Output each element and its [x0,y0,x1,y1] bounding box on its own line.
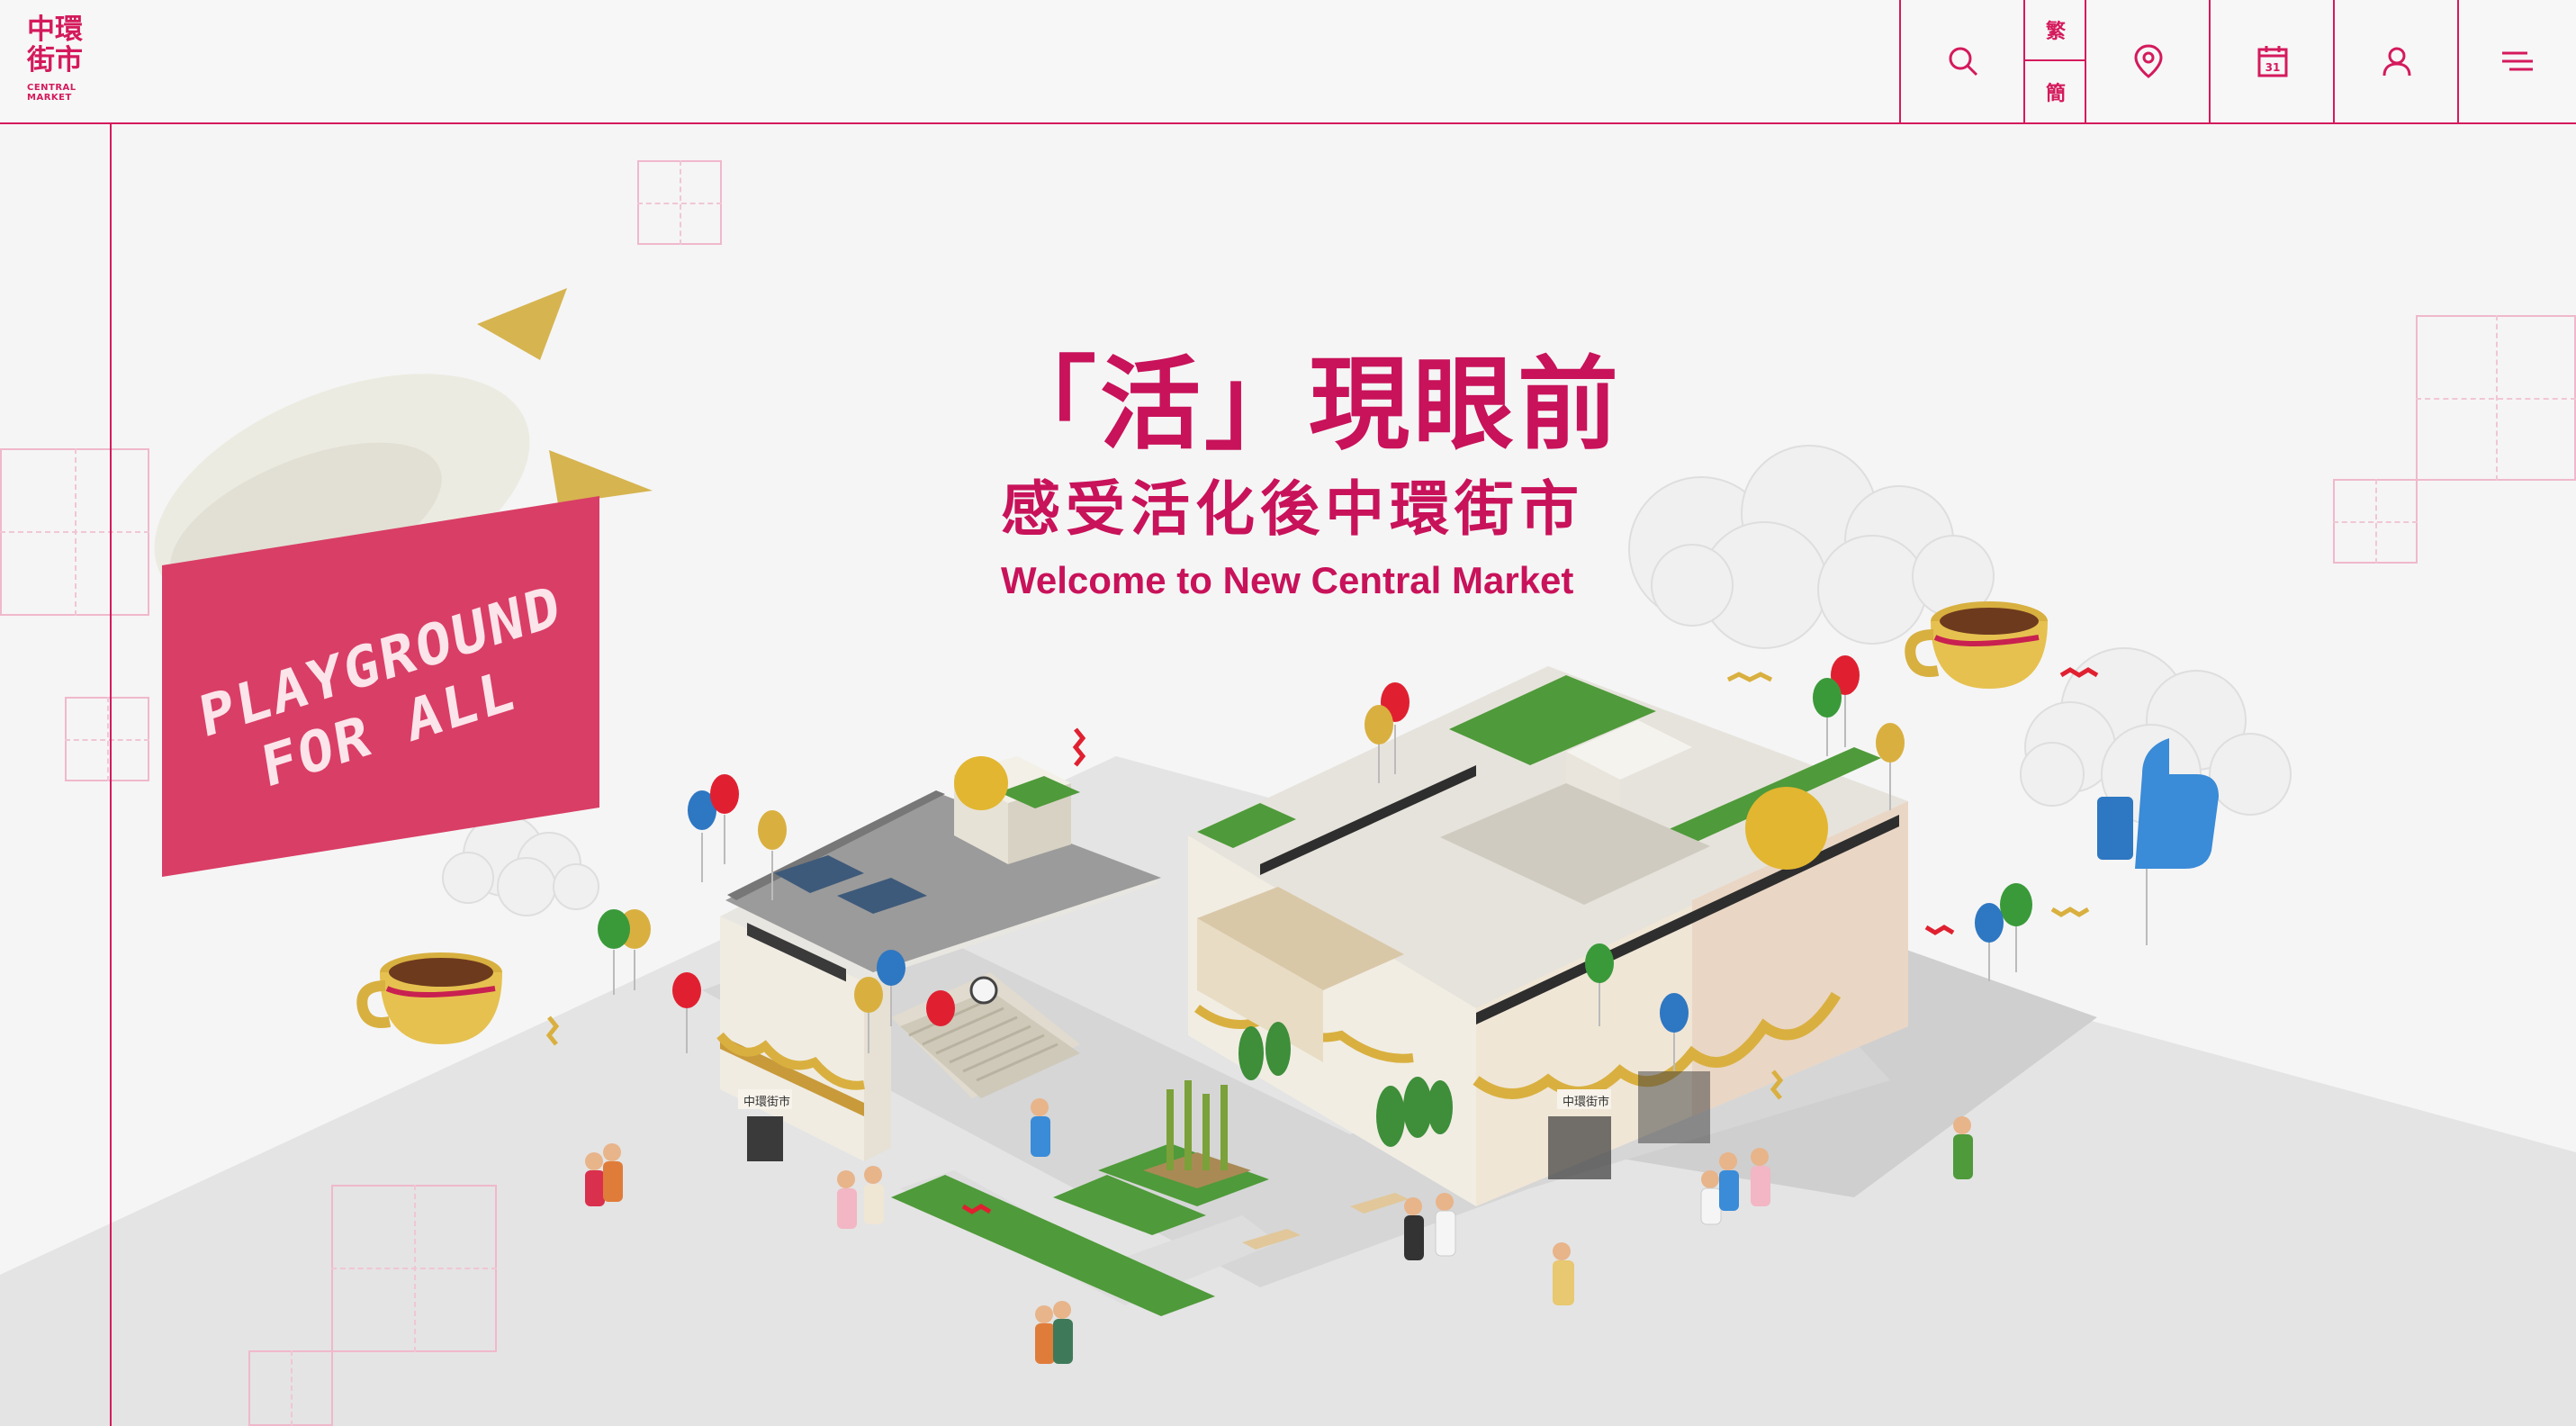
right-building-sign: 中環街市 [1563,1095,1609,1109]
deco-grid [2416,398,2576,400]
logo-zh-line1: 中環 [27,14,83,46]
logo-zh-line2: 街市 [27,44,83,77]
calendar-button[interactable]: 31 [2209,0,2335,122]
deco-grid [0,531,149,533]
calendar-icon: 31 [2257,46,2288,77]
hero-subheadline: 感受活化後中環街市 [1001,474,1584,544]
lang-simplified-button[interactable]: 簡 [2025,61,2086,122]
user-icon [2382,47,2411,77]
deco-grid [65,739,149,741]
deco-grid [331,1268,497,1269]
cup-left [356,952,502,1044]
account-button[interactable] [2333,0,2459,122]
site-logo[interactable]: 中環 街市 CENTRAL MARKET [0,0,112,123]
language-switch: 繁 簡 [2023,0,2086,122]
deco-grid [2333,521,2418,523]
search-icon [1949,47,1978,77]
lang-traditional-button[interactable]: 繁 [2025,0,2086,61]
cloud-small [442,814,599,916]
cup-right [1905,601,2048,689]
left-rule [110,0,112,1426]
logo-en: CENTRAL MARKET [27,83,77,103]
calendar-day: 31 [2265,61,2281,74]
menu-button[interactable] [2457,0,2576,122]
location-button[interactable] [2085,0,2211,122]
search-button[interactable] [1899,0,2025,122]
menu-icon [2502,51,2533,71]
left-building-sign: 中環街市 [743,1095,790,1109]
location-icon [2134,44,2163,78]
hero-english-title: Welcome to New Central Market [1001,559,1574,601]
deco-grid [291,1350,293,1426]
hero-headline: 「活」現眼前 [995,347,1622,464]
deco-grid [637,203,722,204]
